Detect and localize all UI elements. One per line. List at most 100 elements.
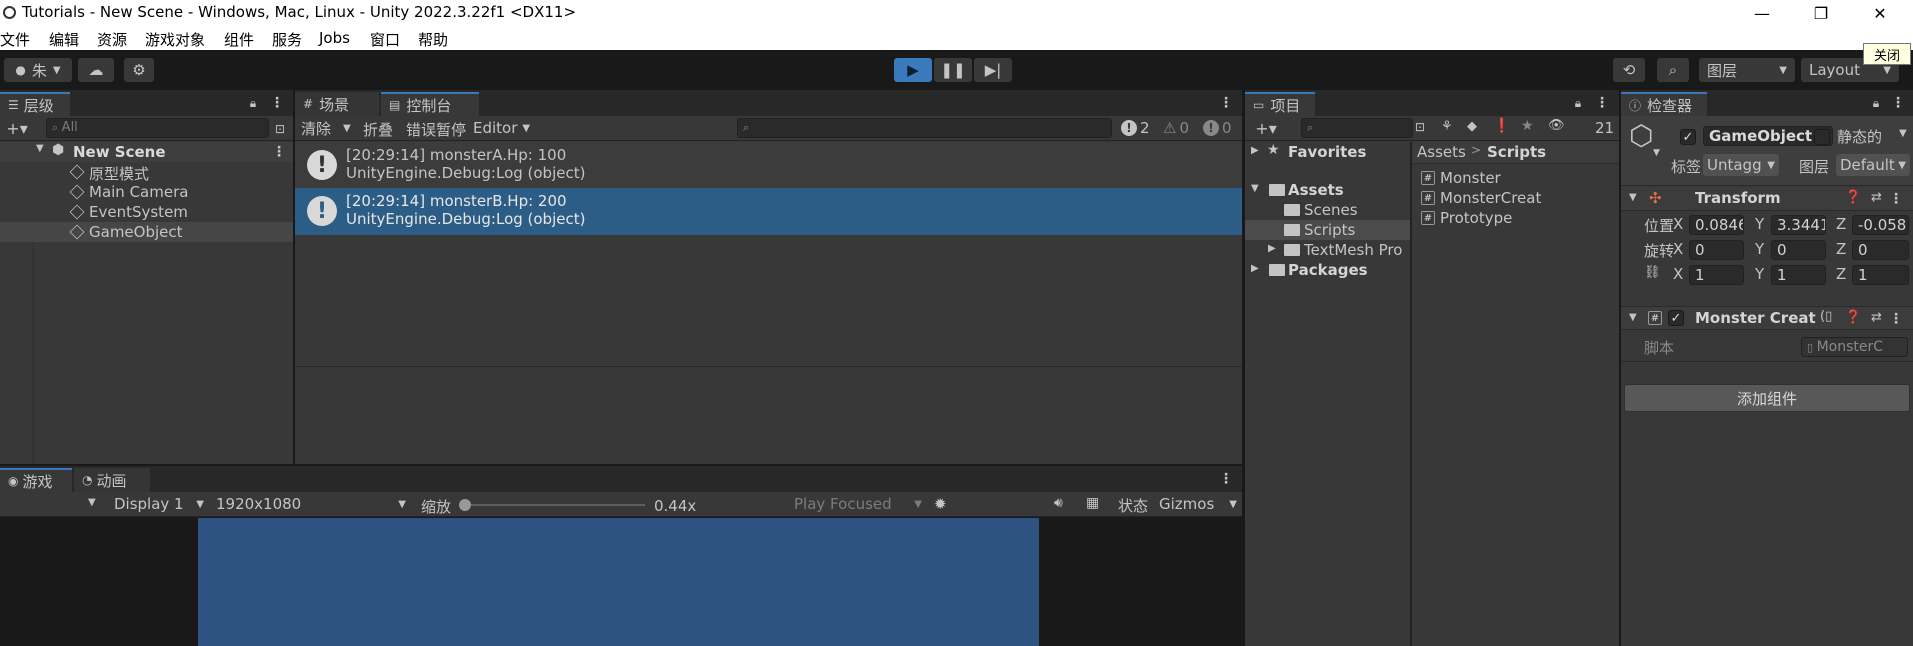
- list-item[interactable]: Main Camera: [0, 182, 293, 202]
- filter-type-icon[interactable]: ⚘: [1441, 119, 1453, 134]
- scene-search-icon[interactable]: ⊡: [271, 120, 289, 138]
- position-x-field[interactable]: 0.0846: [1689, 215, 1744, 235]
- lock-icon[interactable]: 🔒︎: [1571, 94, 1585, 112]
- menu-component[interactable]: 组件: [224, 29, 254, 50]
- play-button[interactable]: ▶: [894, 58, 932, 82]
- transform-header[interactable]: ▼ ✣ Transform ❓ ⇄ ⋮: [1621, 187, 1913, 211]
- error-pause-toggle[interactable]: 错误暂停: [406, 119, 466, 140]
- gizmos-dropdown[interactable]: Gizmos ▼: [1155, 493, 1241, 515]
- help-icon[interactable]: ❓: [1845, 310, 1861, 325]
- position-y-field[interactable]: 3.3441: [1771, 215, 1826, 235]
- static-checkbox[interactable]: [1814, 129, 1830, 145]
- log-count-toggle[interactable]: ! 2: [1121, 117, 1157, 139]
- log-entry[interactable]: ! [20:29:14] monsterA.Hp: 100 UnityEngin…: [295, 142, 1242, 188]
- scene-row[interactable]: ▼ ⬢ New Scene ⋮: [0, 142, 293, 162]
- tab-animation[interactable]: ◔ 动画: [74, 468, 150, 492]
- add-dropdown[interactable]: +▾: [2, 118, 32, 138]
- minimize-button[interactable]: —: [1739, 0, 1785, 26]
- scale-slider-track[interactable]: [460, 504, 645, 506]
- help-icon[interactable]: ❓: [1845, 190, 1861, 205]
- collab-button[interactable]: ⚙: [124, 58, 154, 82]
- chevron-down-icon[interactable]: ▼: [1899, 128, 1907, 139]
- menu-edit[interactable]: 编辑: [49, 29, 79, 50]
- tab-console[interactable]: ▤ 控制台: [381, 92, 479, 116]
- stats-grid-icon[interactable]: ▦: [1086, 495, 1099, 511]
- star-icon[interactable]: ★: [1521, 118, 1534, 134]
- scene-menu-icon[interactable]: ⋮: [272, 143, 286, 161]
- assets-row[interactable]: ▼ Assets: [1245, 180, 1410, 200]
- log-entry[interactable]: ! [20:29:14] monsterB.Hp: 200 UnityEngin…: [295, 188, 1242, 235]
- hierarchy-search-input[interactable]: ⌕ All: [46, 118, 269, 138]
- position-z-field[interactable]: -0.058: [1852, 215, 1909, 235]
- history-button[interactable]: ⟲: [1613, 58, 1645, 82]
- speaker-icon[interactable]: 🔊︎: [1054, 495, 1063, 511]
- menu-services[interactable]: 服务: [272, 29, 302, 50]
- menu-gameobject[interactable]: 游戏对象: [145, 29, 205, 50]
- lock-icon[interactable]: 🔒︎: [1869, 94, 1883, 112]
- presets-icon[interactable]: ⇄: [1871, 190, 1882, 205]
- clear-button[interactable]: 清除 ▼: [295, 117, 353, 139]
- constrain-scale-icon[interactable]: ⛓︎: [1644, 265, 1661, 280]
- account-dropdown[interactable]: ● 朱 ▼: [4, 58, 72, 82]
- tab-project[interactable]: ▭ 项目: [1245, 92, 1315, 116]
- console-search-input[interactable]: ⌕: [737, 118, 1112, 138]
- project-search-input[interactable]: ⌕: [1301, 118, 1413, 138]
- log-type-icon[interactable]: ❗: [1493, 118, 1510, 134]
- breadcrumb-scripts[interactable]: Scripts: [1487, 143, 1546, 161]
- more-options-icon[interactable]: ⋮: [1219, 470, 1233, 488]
- more-options-icon[interactable]: ⋮: [1889, 310, 1903, 328]
- stats-toggle[interactable]: 状态: [1118, 495, 1148, 516]
- more-options-icon[interactable]: ⋮: [1219, 94, 1233, 112]
- scale-x-field[interactable]: 1: [1689, 265, 1744, 285]
- close-button[interactable]: ✕: [1857, 0, 1903, 26]
- warning-count-toggle[interactable]: ⚠ 0: [1163, 117, 1199, 139]
- tab-inspector[interactable]: ⓘ 检查器: [1621, 92, 1707, 116]
- tag-dropdown[interactable]: Untagg ▼: [1703, 154, 1779, 176]
- scale-y-field[interactable]: 1: [1771, 265, 1826, 285]
- rotation-x-field[interactable]: 0: [1689, 240, 1744, 260]
- error-count-toggle[interactable]: ! 0: [1203, 117, 1239, 139]
- menu-jobs[interactable]: Jobs: [319, 29, 350, 47]
- menu-assets[interactable]: 资源: [97, 29, 127, 50]
- breadcrumb-assets[interactable]: Assets: [1417, 143, 1466, 161]
- play-focused-dropdown[interactable]: Play Focused ▼: [790, 493, 926, 515]
- game-viewport[interactable]: [198, 518, 1039, 646]
- more-options-icon[interactable]: ⋮: [1889, 190, 1903, 208]
- menu-window[interactable]: 窗口: [370, 29, 400, 50]
- bug-icon[interactable]: ✹: [934, 495, 947, 513]
- active-checkbox[interactable]: ✓: [1680, 129, 1696, 145]
- component-header[interactable]: ▼ # ✓ Monster Creat (▯ ❓ ⇄ ⋮: [1621, 306, 1913, 330]
- lock-icon[interactable]: 🔒︎: [246, 94, 260, 112]
- tab-hierarchy[interactable]: ☰ 层级: [0, 92, 70, 116]
- menu-help[interactable]: 帮助: [418, 29, 448, 50]
- display-dropdown[interactable]: Display 1 ▼: [110, 493, 208, 515]
- search-by-type-icon[interactable]: ⊡: [1415, 120, 1425, 134]
- list-item[interactable]: # Prototype: [1412, 208, 1619, 228]
- presets-icon[interactable]: ⇄: [1871, 310, 1882, 325]
- add-component-button[interactable]: 添加组件: [1624, 384, 1910, 412]
- more-options-icon[interactable]: ⋮: [270, 94, 284, 112]
- packages-row[interactable]: ▶ Packages: [1245, 260, 1410, 280]
- list-item[interactable]: # MonsterCreat: [1412, 188, 1619, 208]
- menu-file[interactable]: 文件: [0, 29, 30, 50]
- editor-dropdown[interactable]: Editor ▼: [473, 117, 537, 139]
- pause-button[interactable]: ❚❚: [934, 58, 972, 82]
- rotation-y-field[interactable]: 0: [1771, 240, 1826, 260]
- layers-dropdown[interactable]: 图层 ▼: [1699, 58, 1795, 82]
- restore-button[interactable]: ❐: [1798, 0, 1844, 26]
- chevron-down-icon[interactable]: ▼: [88, 497, 96, 508]
- layer-dropdown[interactable]: Default ▼: [1836, 154, 1910, 176]
- list-item[interactable]: # Monster: [1412, 168, 1619, 188]
- cloud-button[interactable]: ☁: [78, 58, 114, 82]
- favorites-row[interactable]: ▶ ★ Favorites: [1245, 142, 1410, 162]
- scale-z-field[interactable]: 1: [1852, 265, 1909, 285]
- detail-splitter[interactable]: [295, 366, 1242, 367]
- tab-scene[interactable]: # 场景: [295, 92, 379, 116]
- label-icon[interactable]: ◆: [1467, 119, 1477, 134]
- create-dropdown[interactable]: +▾: [1251, 118, 1281, 138]
- component-enabled-checkbox[interactable]: ✓: [1668, 310, 1684, 326]
- list-item[interactable]: EventSystem: [0, 202, 293, 222]
- search-button[interactable]: ⌕: [1657, 58, 1689, 82]
- folder-row[interactable]: Scenes: [1245, 200, 1410, 220]
- collapse-toggle[interactable]: 折叠: [363, 119, 393, 140]
